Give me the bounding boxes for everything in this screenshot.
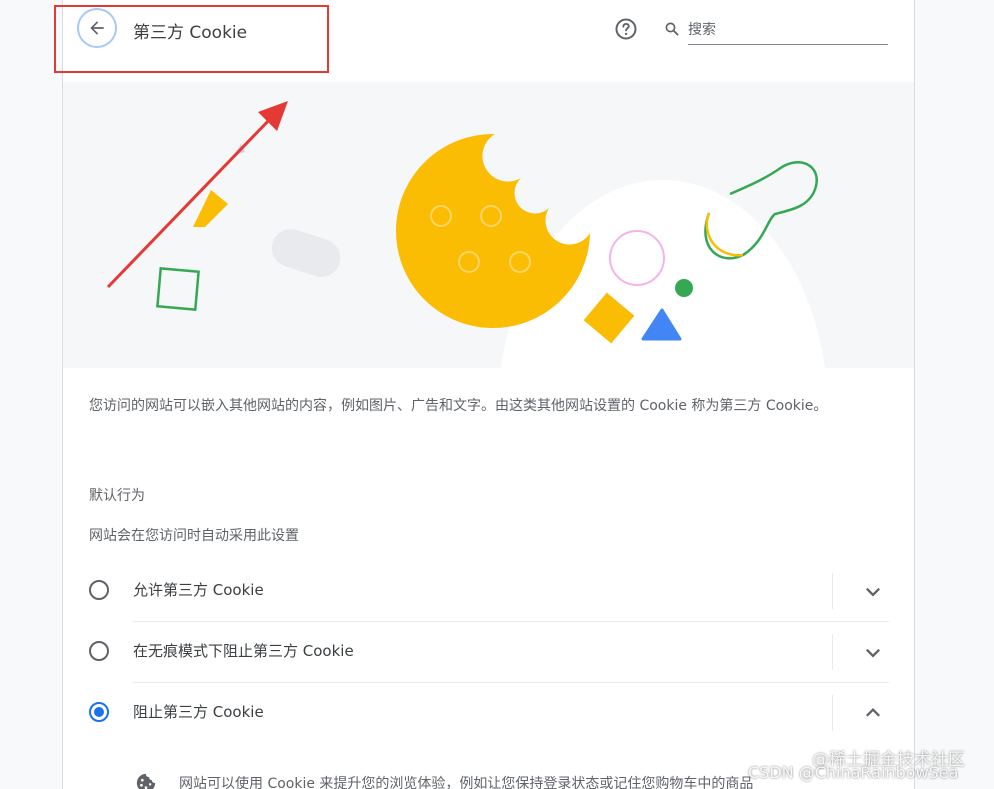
annotation-arrow xyxy=(106,101,288,289)
watermark-csdn: CSDN @ChinaRainbowSea xyxy=(748,763,959,782)
